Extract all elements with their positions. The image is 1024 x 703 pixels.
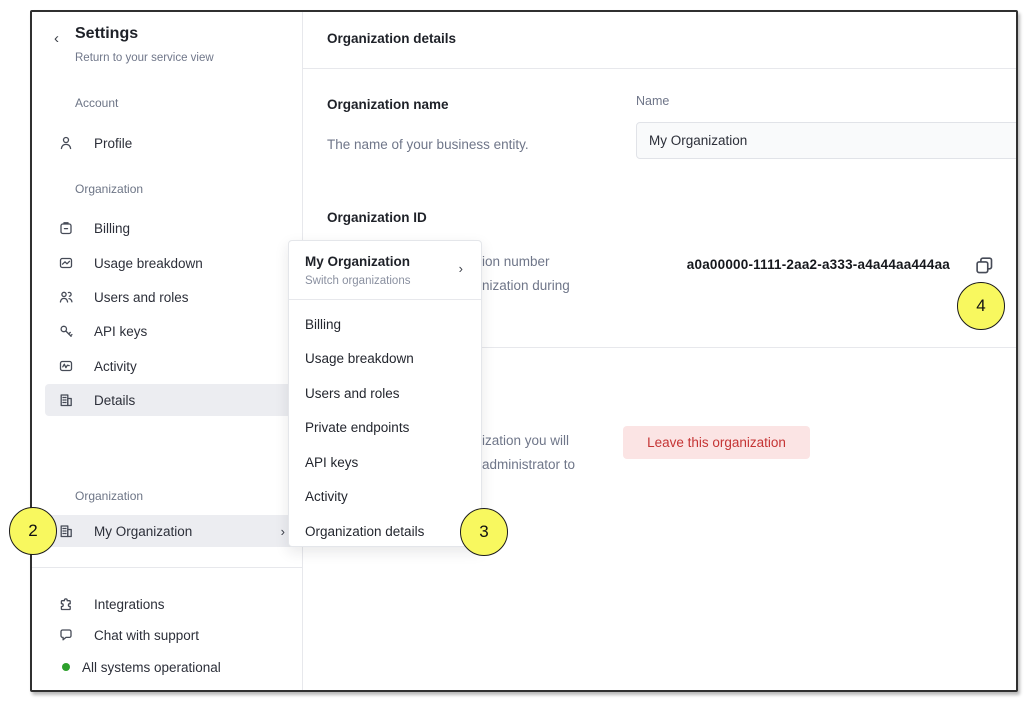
app-window: ‹ Settings Return to your service view A… — [30, 10, 1018, 692]
leave-desc-fragment: ization you will administrator to — [482, 429, 575, 477]
sidebar-item-label: API keys — [94, 324, 295, 339]
sidebar-divider — [32, 567, 303, 568]
content-header-title: Organization details — [327, 31, 456, 46]
annotation-badge-3: 3 — [460, 508, 508, 556]
status-label: All systems operational — [82, 660, 295, 675]
leave-organization-button[interactable]: Leave this organization — [623, 426, 810, 459]
sidebar-item-integrations[interactable]: Integrations — [45, 588, 295, 620]
sidebar-item-label: Activity — [94, 359, 295, 374]
chevron-right-icon: › — [459, 261, 463, 276]
section-label-account: Account — [75, 96, 118, 110]
org-id-section-title: Organization ID — [327, 210, 427, 225]
dropdown-item-organization-details[interactable]: Organization details — [289, 514, 481, 549]
sidebar-item-users-roles[interactable]: Users and roles — [45, 281, 295, 313]
sidebar-item-details[interactable]: Details — [45, 384, 295, 416]
people-icon — [58, 289, 74, 305]
puzzle-icon — [58, 596, 74, 612]
sidebar-item-activity[interactable]: Activity — [45, 350, 295, 382]
back-icon[interactable]: ‹ — [54, 30, 59, 47]
dropdown-org-name[interactable]: My Organization — [305, 254, 410, 269]
sidebar-item-chat-support[interactable]: Chat with support — [45, 619, 295, 651]
section-label-organization: Organization — [75, 182, 143, 196]
sidebar-item-label: Billing — [94, 221, 295, 236]
dropdown-item-activity[interactable]: Activity — [289, 480, 481, 515]
pulse-icon — [58, 358, 74, 374]
annotation-badge-2: 2 — [9, 507, 57, 555]
page-title: Settings — [75, 25, 138, 43]
screenshot-stage: ‹ Settings Return to your service view A… — [0, 0, 1024, 703]
sidebar-item-status[interactable]: All systems operational — [45, 651, 295, 683]
sidebar-item-my-organization[interactable]: My Organization › — [45, 515, 295, 547]
org-id-value: a0a00000-1111-2aa2-a333-a4a44aa444aa — [592, 257, 950, 272]
section-label-organization-2: Organization — [75, 489, 143, 503]
org-id-desc-fragment: ion number nization during — [482, 250, 570, 298]
annotation-badge-4: 4 — [957, 282, 1005, 330]
invoice-icon — [58, 220, 74, 236]
sidebar-item-api-keys[interactable]: API keys — [45, 315, 295, 347]
copy-icon[interactable] — [973, 255, 995, 277]
sidebar-item-label: Users and roles — [94, 290, 295, 305]
building-icon — [58, 392, 74, 408]
organization-dropdown-menu: My Organization Switch organizations › B… — [288, 240, 482, 547]
org-name-section-desc: The name of your business entity. — [327, 137, 529, 152]
dropdown-item-usage-breakdown[interactable]: Usage breakdown — [289, 342, 481, 377]
sidebar-item-billing[interactable]: Billing — [45, 212, 295, 244]
sidebar-item-label: Details — [94, 393, 295, 408]
back-link[interactable]: Return to your service view — [75, 52, 214, 64]
building-icon — [58, 523, 74, 539]
sidebar-item-label: My Organization — [94, 524, 261, 539]
sidebar-item-label: Profile — [94, 136, 295, 151]
status-green-dot-icon — [62, 663, 70, 671]
settings-sidebar: ‹ Settings Return to your service view A… — [32, 12, 303, 690]
chart-line-icon — [58, 255, 74, 271]
dropdown-item-users-roles[interactable]: Users and roles — [289, 376, 481, 411]
person-icon — [58, 135, 74, 151]
dropdown-item-billing[interactable]: Billing — [289, 307, 481, 342]
org-name-section-title: Organization name — [327, 97, 449, 112]
sidebar-item-label: Usage breakdown — [94, 256, 295, 271]
dropdown-divider — [289, 299, 481, 300]
name-field-label: Name — [636, 94, 669, 108]
sidebar-item-usage-breakdown[interactable]: Usage breakdown — [45, 247, 295, 279]
dropdown-switch-label: Switch organizations — [305, 275, 410, 287]
dropdown-item-api-keys[interactable]: API keys — [289, 445, 481, 480]
dropdown-items: Billing Usage breakdown Users and roles … — [289, 307, 481, 549]
sidebar-item-profile[interactable]: Profile — [45, 127, 295, 159]
sidebar-item-label: Integrations — [94, 597, 295, 612]
key-icon — [58, 323, 74, 339]
header-divider — [303, 68, 1018, 69]
speech-bubble-icon — [58, 627, 74, 643]
org-name-input[interactable] — [636, 122, 1018, 159]
sidebar-item-label: Chat with support — [94, 628, 295, 643]
dropdown-item-private-endpoints[interactable]: Private endpoints — [289, 411, 481, 446]
